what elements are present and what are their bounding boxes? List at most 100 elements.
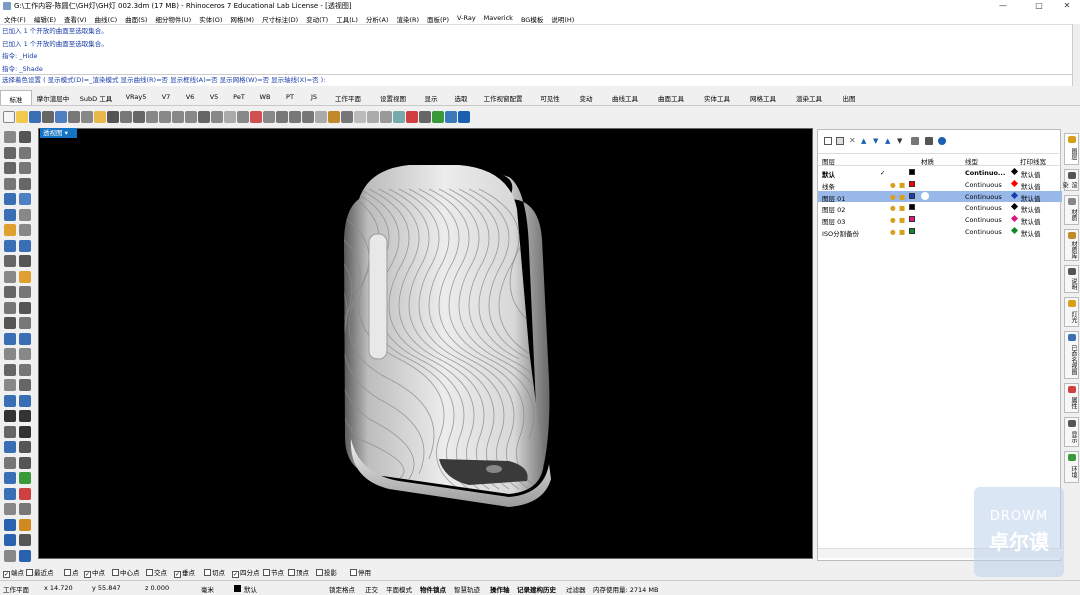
- mirror-icon[interactable]: [4, 348, 16, 360]
- move-cplane-icon[interactable]: [237, 110, 249, 123]
- new-sublayer-icon[interactable]: [836, 137, 844, 145]
- layer-name[interactable]: 默认: [822, 169, 835, 179]
- viewport-layout-icon[interactable]: [211, 110, 223, 123]
- show-icon[interactable]: [302, 110, 314, 123]
- status-cplane[interactable]: 工作平面: [3, 584, 29, 594]
- point-icon[interactable]: [19, 131, 31, 143]
- osnap-0[interactable]: ✓ 端点: [3, 567, 24, 578]
- tab-3[interactable]: VRay5: [118, 90, 154, 105]
- menu-item[interactable]: 变动(T): [302, 12, 332, 24]
- gumball-icon[interactable]: [4, 472, 16, 484]
- select-all-icon[interactable]: [276, 110, 288, 123]
- wireframe-icon[interactable]: [354, 110, 366, 123]
- material-icon[interactable]: [406, 110, 418, 123]
- extrude-icon[interactable]: [19, 224, 31, 236]
- layer-print-width[interactable]: 默认值: [1021, 216, 1041, 226]
- move-up-icon[interactable]: ▲: [861, 137, 869, 145]
- four-view-icon[interactable]: [224, 110, 236, 123]
- side-tab-9[interactable]: 环境: [1064, 451, 1079, 483]
- tab-15[interactable]: 工作视窗配置: [476, 90, 530, 105]
- osnap-checkbox[interactable]: ✓: [232, 571, 239, 578]
- print-color-diamond[interactable]: [1010, 226, 1019, 235]
- move-down-icon[interactable]: ▼: [873, 137, 881, 145]
- print-icon[interactable]: [42, 110, 54, 123]
- select-icon[interactable]: [4, 131, 16, 143]
- layer-color-swatch[interactable]: [909, 216, 915, 223]
- help-icon[interactable]: [458, 110, 470, 123]
- render-icon[interactable]: [393, 110, 405, 123]
- circle-icon[interactable]: [4, 162, 16, 174]
- osnap-12[interactable]: 停用: [350, 567, 371, 577]
- layer-color-swatch[interactable]: [909, 228, 915, 234]
- history-toggle[interactable]: 记录建构历史: [517, 584, 556, 594]
- surface-icon[interactable]: [4, 224, 16, 236]
- split-icon[interactable]: [19, 270, 31, 283]
- intersect-icon[interactable]: [19, 379, 31, 391]
- osnap-checkbox[interactable]: [146, 569, 153, 576]
- help-icon[interactable]: [938, 137, 946, 145]
- osnap-2[interactable]: 点: [64, 567, 79, 577]
- boolean-icon[interactable]: [19, 255, 31, 267]
- osnap-8[interactable]: ✓ 四分点: [232, 567, 260, 578]
- curvature-icon[interactable]: [19, 456, 31, 469]
- menu-item[interactable]: 网格(M): [226, 12, 258, 24]
- delete-layer-icon[interactable]: ✕: [849, 137, 857, 145]
- tab-17[interactable]: 变动: [570, 90, 602, 105]
- freeform-icon[interactable]: [19, 193, 31, 205]
- close-button[interactable]: ✕: [1056, 0, 1078, 12]
- grid-icon[interactable]: [19, 534, 31, 546]
- print-color-diamond[interactable]: [1010, 203, 1019, 211]
- osnap-3[interactable]: ✓ 中点: [84, 567, 105, 578]
- osnap-toggle[interactable]: 物件锁点: [420, 584, 446, 594]
- layer-icon[interactable]: [328, 110, 340, 123]
- settings-icon[interactable]: [925, 137, 933, 145]
- osnap-1[interactable]: 最近点: [26, 567, 54, 577]
- gumball-toggle[interactable]: 操作轴: [490, 584, 510, 594]
- tab-1[interactable]: 摩尔渲层中: [32, 90, 74, 105]
- offset-icon[interactable]: [19, 208, 31, 221]
- blue-sphere-icon[interactable]: [4, 534, 16, 546]
- history-icon[interactable]: [19, 472, 31, 484]
- tab-5[interactable]: V6: [178, 90, 202, 105]
- tab-12[interactable]: 设置视图: [370, 90, 416, 105]
- layer-name[interactable]: 图层 03: [822, 216, 845, 226]
- properties-icon[interactable]: [341, 110, 353, 123]
- layer-name[interactable]: 图层 02: [822, 204, 845, 214]
- block-icon[interactable]: [19, 410, 31, 422]
- paste-icon[interactable]: [94, 110, 106, 123]
- lock-icon[interactable]: ■: [899, 181, 905, 189]
- tab-18[interactable]: 曲线工具: [602, 90, 648, 105]
- layer-tools-icon[interactable]: [911, 137, 919, 145]
- lock-icon[interactable]: [315, 110, 327, 123]
- analyze-icon[interactable]: [4, 425, 16, 438]
- layer-row[interactable]: 图层 01 ● ■ Continuous 默认值: [818, 190, 1062, 203]
- menu-item[interactable]: 尺寸标注(D): [258, 12, 302, 24]
- explode-arrows-icon[interactable]: [4, 518, 16, 531]
- tab-13[interactable]: 显示: [416, 90, 446, 105]
- view-icon[interactable]: [4, 503, 16, 515]
- import-icon[interactable]: [55, 110, 67, 123]
- lock-icon[interactable]: ■: [899, 216, 905, 224]
- tab-6[interactable]: V5: [202, 90, 226, 105]
- light-icon[interactable]: [419, 110, 431, 123]
- layer-color-swatch[interactable]: [909, 180, 915, 187]
- ortho-toggle[interactable]: 正交: [365, 584, 378, 594]
- orient-icon[interactable]: [19, 363, 31, 376]
- scale-icon[interactable]: [19, 332, 31, 345]
- menu-item[interactable]: V-Ray: [453, 12, 480, 24]
- filter-icon[interactable]: ▼: [897, 137, 905, 145]
- viewport-tab-perspective[interactable]: 透视图 ▾: [40, 128, 77, 138]
- cplane-icon[interactable]: [250, 110, 262, 123]
- menu-item[interactable]: 渲染(R): [392, 12, 423, 24]
- tab-0[interactable]: 标准: [0, 90, 32, 105]
- text-icon[interactable]: [4, 394, 16, 407]
- menu-item[interactable]: 细分物件(U): [151, 12, 195, 24]
- layer-tool-icon[interactable]: [4, 487, 16, 500]
- tab-21[interactable]: 网格工具: [740, 90, 786, 105]
- align-icon[interactable]: [4, 363, 16, 376]
- undo-view-icon[interactable]: [198, 110, 210, 123]
- layer-print-width[interactable]: 默认值: [1021, 169, 1041, 179]
- rotate-icon[interactable]: [4, 332, 16, 345]
- rendered-icon[interactable]: [380, 110, 392, 123]
- layer-print-width[interactable]: 默认值: [1021, 204, 1041, 214]
